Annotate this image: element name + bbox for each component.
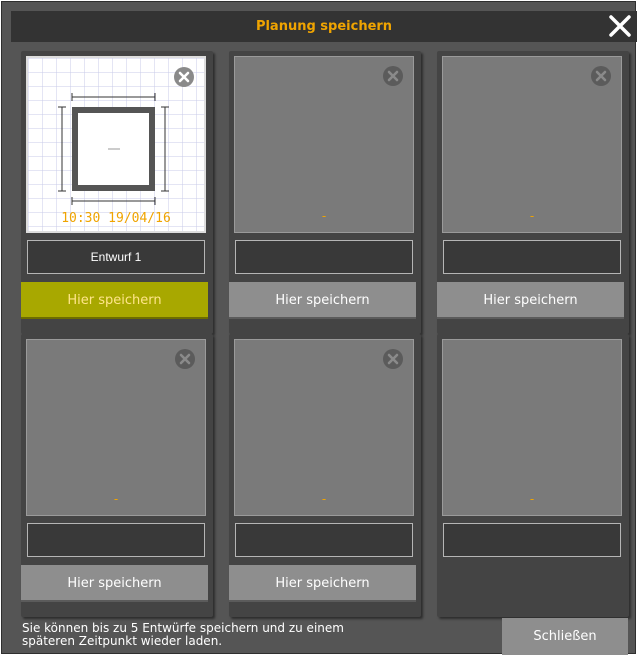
save-here-button[interactable]: Hier speichern xyxy=(229,282,416,319)
slot-thumbnail: - xyxy=(234,56,414,233)
save-slot-1: 10:30 19/04/16 Entwurf 1 Hier speichern xyxy=(21,51,213,334)
save-slot-6: - xyxy=(437,334,629,617)
slot-placeholder: - xyxy=(529,209,535,223)
footer-info-text: Sie können bis zu 5 Entwürfe speichern u… xyxy=(22,622,462,648)
slot-thumbnail: - xyxy=(26,339,206,516)
footer-info-line-2: späteren Zeitpunkt wieder laden. xyxy=(22,634,223,648)
save-here-button[interactable]: Hier speichern xyxy=(21,565,208,602)
slot-name-field[interactable] xyxy=(235,240,413,274)
slot-name-field[interactable] xyxy=(235,523,413,557)
slot-name-field[interactable] xyxy=(27,523,205,557)
close-button[interactable]: Schließen xyxy=(502,618,628,655)
save-here-button[interactable]: Hier speichern xyxy=(229,565,416,602)
slot-placeholder: - xyxy=(321,492,327,506)
close-x-icon[interactable] xyxy=(606,12,634,40)
delete-slot-icon[interactable] xyxy=(175,349,195,369)
delete-slot-icon[interactable] xyxy=(174,67,194,87)
slot-thumbnail: - xyxy=(234,339,414,516)
slot-placeholder: - xyxy=(113,492,119,506)
delete-slot-icon[interactable] xyxy=(591,66,611,86)
save-slot-5: - Hier speichern xyxy=(229,334,421,617)
slot-name-field[interactable]: Entwurf 1 xyxy=(27,240,205,274)
dialog-title-bar: Planung speichern xyxy=(11,11,637,42)
slot-thumbnail: - xyxy=(442,56,622,233)
save-here-button[interactable]: Hier speichern xyxy=(437,282,624,319)
save-slot-4: - Hier speichern xyxy=(21,334,213,617)
slot-placeholder: - xyxy=(321,209,327,223)
slot-timestamp: 10:30 19/04/16 xyxy=(61,211,171,226)
dialog-title: Planung speichern xyxy=(255,19,393,34)
slot-placeholder: - xyxy=(529,492,535,506)
save-slot-3: - Hier speichern xyxy=(437,51,629,334)
delete-slot-icon[interactable] xyxy=(383,66,403,86)
slot-thumbnail: 10:30 19/04/16 xyxy=(26,56,206,233)
delete-slot-icon[interactable] xyxy=(383,349,403,369)
slot-thumbnail: - xyxy=(442,339,622,516)
slot-name-field[interactable] xyxy=(443,240,621,274)
save-here-button[interactable]: Hier speichern xyxy=(21,282,208,319)
slot-name-field[interactable] xyxy=(443,523,621,557)
save-slot-2: - Hier speichern xyxy=(229,51,421,334)
